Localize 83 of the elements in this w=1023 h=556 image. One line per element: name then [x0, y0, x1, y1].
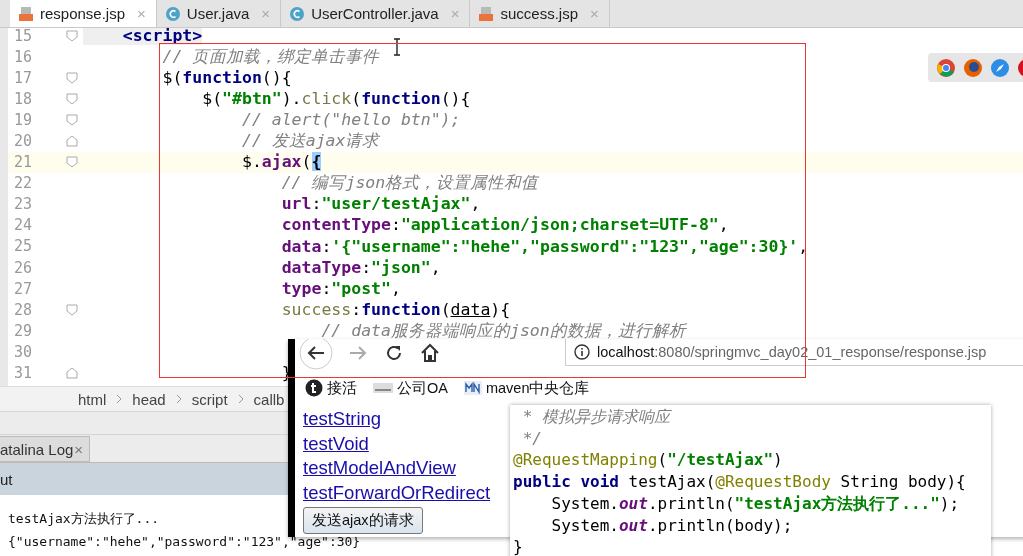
breadcrumb-item[interactable]: head [132, 390, 166, 408]
code-line: contentType:"application/json;charset=UTF-8", [280, 215, 729, 236]
chevron-icon [175, 394, 182, 404]
bookmark[interactable]: maven中央仓库 [463, 378, 590, 398]
line-number: 26 [12, 258, 32, 277]
line-number: 20 [12, 132, 32, 150]
file-tab[interactable]: success.jsp × [470, 0, 610, 27]
fold-icon[interactable] [66, 135, 78, 147]
home-icon[interactable] [419, 342, 441, 364]
file-tab[interactable]: UserController.java × [281, 0, 471, 27]
page-link[interactable]: testString [303, 407, 382, 432]
panel-title: ut [0, 470, 13, 488]
chrome-icon[interactable] [936, 57, 956, 78]
file-tab[interactable]: User.java × [156, 0, 282, 27]
code-line: // alert("hello btn"); [240, 110, 461, 130]
code-line: dataType:"json", [280, 257, 441, 278]
file-tab[interactable]: response.jsp × [10, 0, 157, 27]
code-line: data:'{"username":"hehe","password":"123","age":30}', [280, 236, 809, 257]
code-line: // 页面加载，绑定单击事件 [161, 46, 380, 67]
firefox-icon[interactable] [963, 57, 983, 78]
line-number: 30 [12, 342, 32, 361]
compass-icon[interactable] [990, 57, 1010, 78]
bookmark[interactable]: 公司OA [373, 378, 448, 398]
jsp-file-icon [478, 5, 495, 22]
line-number: 16 [12, 47, 32, 66]
code-line: public void testAjax(@RequestBody String body){ [513, 471, 967, 493]
line-number: 31 [12, 364, 32, 383]
info-icon[interactable] [574, 344, 590, 360]
code-line: // 编写json格式，设置属性和值 [280, 173, 539, 194]
code-line: } [513, 536, 524, 556]
breadcrumb-item[interactable]: html [78, 390, 107, 408]
line-number: 28 [12, 300, 32, 319]
code-line: url:"user/testAjax", [280, 194, 481, 215]
fold-icon[interactable] [66, 303, 78, 316]
jsp-file-icon [18, 5, 34, 22]
bookmark-icon [305, 379, 323, 397]
code-line: System.out.println(body); [550, 514, 794, 537]
code-line: // data服务器端响应的json的数据，进行解析 [320, 320, 686, 341]
fold-icon[interactable] [66, 71, 78, 84]
fold-icon[interactable] [66, 92, 78, 105]
text-cursor-icon [393, 38, 401, 56]
code-line: $(function(){ [161, 67, 292, 88]
class-file-icon [164, 5, 181, 22]
code-line: */ [521, 427, 543, 450]
line-number: 25 [12, 237, 32, 256]
class-file-icon [289, 5, 306, 22]
fold-icon[interactable] [66, 29, 78, 42]
line-number: 27 [12, 279, 32, 298]
line-number: 22 [12, 174, 32, 193]
chevron-icon [237, 394, 244, 404]
code-line: $("#btn").click(function(){ [201, 88, 471, 109]
line-number: 24 [12, 216, 32, 235]
send-request-button[interactable]: 发送ajax的请求 [303, 507, 423, 534]
page-link[interactable]: testVoid [303, 431, 369, 456]
code-line: System.out.println("testAjax方法执行了..."); [550, 492, 961, 515]
bookmark[interactable]: 接活 [305, 378, 357, 398]
page-link[interactable]: testForwardOrRedirect [303, 480, 491, 505]
line-number: 21 [12, 153, 32, 172]
line-number: 19 [12, 110, 32, 129]
code-line: type:"post", [280, 278, 401, 299]
bookmark-icon [373, 382, 393, 394]
breadcrumb-item[interactable]: script [191, 390, 228, 408]
back-icon[interactable] [299, 339, 333, 370]
page-link[interactable]: testModelAndView [303, 456, 456, 481]
bookmark-icon [463, 381, 482, 395]
line-number: 15 [12, 28, 32, 45]
line-number: 29 [12, 321, 32, 340]
chevron-icon [116, 394, 123, 404]
code-line: * 模拟异步请求响应 [521, 406, 673, 428]
breadcrumb-item[interactable]: callb [253, 390, 285, 408]
code-line: success:function(data){ [280, 299, 511, 320]
panel-tab[interactable]: atalina Log× [0, 436, 90, 462]
line-number: 18 [12, 89, 32, 108]
fold-icon[interactable] [66, 156, 78, 169]
code-line: $.ajax({ [240, 152, 322, 172]
console-output-line: testAjax方法执行了... [8, 510, 160, 528]
console-output-line: {"username":"hehe","password":"123","age":30} [8, 533, 361, 551]
line-number: 17 [12, 68, 32, 87]
fold-icon[interactable] [66, 367, 78, 380]
line-number: 23 [12, 195, 32, 214]
code-line: // 发送ajax请求 [240, 131, 380, 151]
code-line: @RequestMapping("/testAjax") [513, 449, 784, 472]
fold-icon[interactable] [66, 113, 78, 126]
